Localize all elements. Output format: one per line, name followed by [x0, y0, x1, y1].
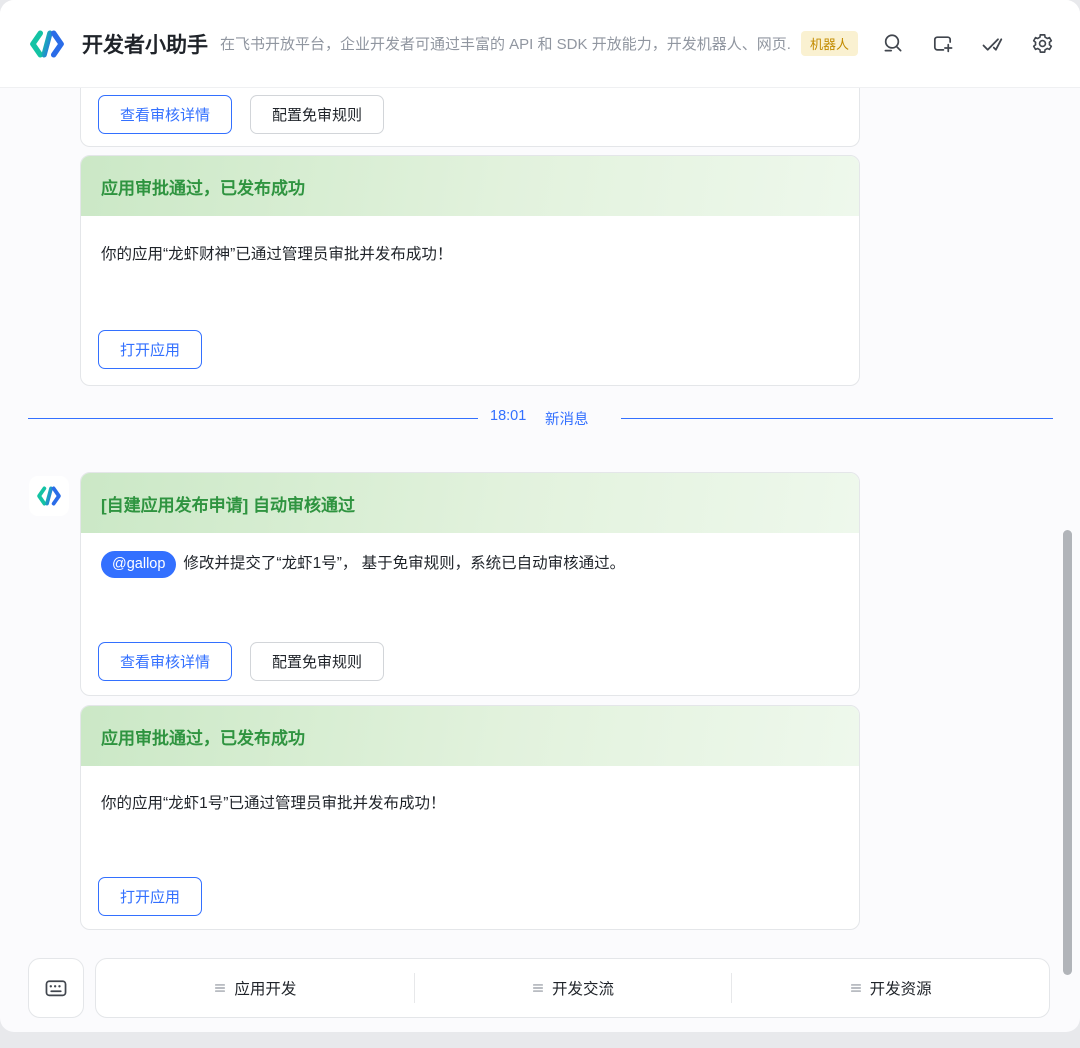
- approval-card-title: [自建应用发布申请] 自动审核通过: [101, 495, 356, 515]
- menu-lines-icon: [850, 984, 861, 992]
- success-card-title: 应用审批通过，已发布成功: [101, 728, 305, 748]
- bot-badge: 机器人: [800, 31, 858, 56]
- mention-gallop[interactable]: @gallop: [101, 551, 177, 579]
- message-list: 查看审核详情 配置免审规则 应用审批通过，已发布成功 你的应用“龙虾财神”已通过…: [0, 88, 1080, 1032]
- divider-time: 18:01: [490, 408, 527, 424]
- window-bottom-edge: [0, 1032, 1080, 1048]
- menu-lines-icon: [215, 984, 226, 992]
- chat-header: 开发者小助手 在飞书开放平台，企业开发者可通过丰富的 API 和 SDK 开放能…: [0, 0, 1080, 88]
- search-icon[interactable]: [880, 32, 904, 56]
- success-card-title: 应用审批通过，已发布成功: [101, 178, 305, 198]
- auto-approval-card: [自建应用发布申请] 自动审核通过 @gallop 修改并提交了“龙虾1号”， 基…: [80, 472, 860, 696]
- divider-line-right: [621, 418, 1053, 419]
- configure-exempt-rules-button[interactable]: 配置免审规则: [250, 642, 385, 681]
- publish-success-card-1: 应用审批通过，已发布成功 你的应用“龙虾财神”已通过管理员审批并发布成功！ 打开…: [80, 155, 860, 386]
- open-app-button[interactable]: 打开应用: [98, 877, 203, 916]
- scrollbar-thumb[interactable]: [1063, 530, 1072, 975]
- success-card-body: 你的应用“龙虾财神”已通过管理员审批并发布成功！: [101, 246, 453, 263]
- app-window: 开发者小助手 在飞书开放平台，企业开发者可通过丰富的 API 和 SDK 开放能…: [0, 0, 1080, 1032]
- menu-item-app-development[interactable]: 应用开发: [96, 959, 414, 1017]
- double-check-icon[interactable]: [980, 32, 1004, 56]
- approval-card-header: [自建应用发布申请] 自动审核通过: [81, 473, 859, 533]
- menu-item-label: 开发资源: [869, 981, 932, 998]
- shortcut-menu-bar: 应用开发 开发交流 开发资源: [95, 958, 1050, 1018]
- divider-label: 新消息: [545, 412, 589, 428]
- developer-assistant-logo-icon: [26, 23, 68, 65]
- success-card-header: 应用审批通过，已发布成功: [81, 706, 859, 766]
- menu-item-label: 开发交流: [552, 981, 615, 998]
- menu-item-label: 应用开发: [234, 981, 297, 998]
- configure-exempt-rules-button[interactable]: 配置免审规则: [250, 95, 385, 134]
- keyboard-toggle-button[interactable]: [28, 958, 84, 1018]
- view-audit-details-button[interactable]: 查看审核详情: [98, 642, 233, 681]
- menu-item-dev-resources[interactable]: 开发资源: [731, 959, 1049, 1017]
- open-app-button[interactable]: 打开应用: [98, 330, 203, 369]
- new-chat-icon[interactable]: [930, 32, 954, 56]
- success-card-body: 你的应用“龙虾1号”已通过管理员审批并发布成功！: [101, 795, 446, 812]
- approval-card-body: 修改并提交了“龙虾1号”， 基于免审规则，系统已自动审核通过。: [183, 555, 626, 572]
- menu-item-dev-communication[interactable]: 开发交流: [413, 959, 732, 1017]
- gear-icon[interactable]: [1030, 32, 1054, 56]
- publish-success-card-2: 应用审批通过，已发布成功 你的应用“龙虾1号”已通过管理员审批并发布成功！ 打开…: [80, 705, 860, 930]
- chat-title: 开发者小助手: [82, 33, 208, 57]
- new-message-divider: 18:01 新消息: [0, 408, 1080, 428]
- bot-avatar[interactable]: [29, 476, 69, 516]
- approval-card-partial: 查看审核详情 配置免审规则: [80, 88, 860, 147]
- chat-description: 在飞书开放平台，企业开发者可通过丰富的 API 和 SDK 开放能力，开发机器人…: [220, 36, 791, 53]
- success-card-header: 应用审批通过，已发布成功: [81, 156, 859, 216]
- menu-lines-icon: [533, 984, 543, 992]
- divider-line-left: [28, 418, 478, 419]
- view-audit-details-button[interactable]: 查看审核详情: [98, 95, 233, 134]
